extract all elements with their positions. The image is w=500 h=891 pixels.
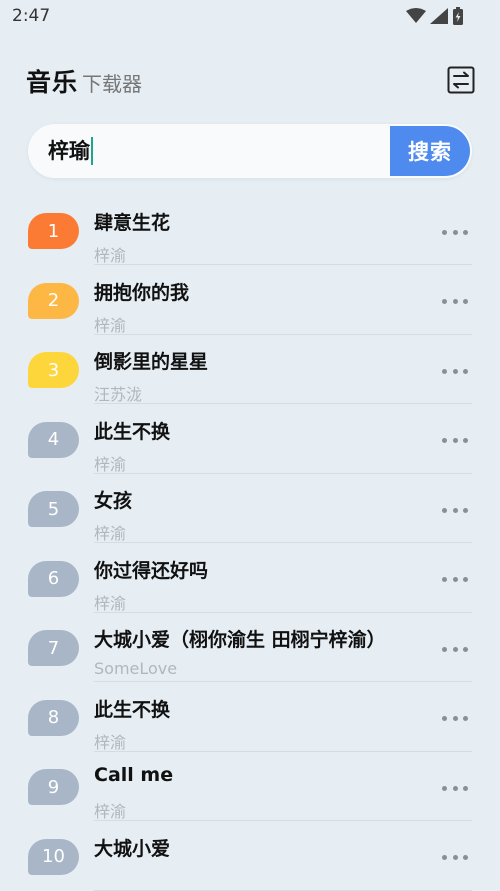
dot — [463, 438, 468, 443]
more-options-icon[interactable] — [442, 779, 468, 797]
status-time: 2:47 — [12, 6, 51, 26]
song-row[interactable]: 9 Call me 梓渝 — [0, 752, 500, 821]
more-options-icon[interactable] — [442, 293, 468, 311]
search-input[interactable]: 梓瑜 — [48, 136, 378, 166]
dot — [442, 716, 447, 721]
dot — [442, 299, 447, 304]
search-button[interactable]: 搜索 — [390, 126, 470, 176]
dot — [442, 577, 447, 582]
dot — [452, 855, 458, 860]
rank-badge: 6 — [28, 560, 79, 597]
rank-badge: 9 — [28, 769, 79, 805]
dot — [452, 577, 458, 582]
more-options-icon[interactable] — [442, 710, 468, 728]
dot — [452, 716, 458, 721]
dot — [463, 229, 468, 235]
more-options-icon[interactable] — [442, 432, 468, 450]
search-query: 梓瑜 — [48, 139, 90, 163]
dot — [452, 368, 458, 374]
dot — [442, 438, 447, 443]
app-title: 音乐 — [26, 68, 79, 97]
text-cursor — [91, 137, 93, 165]
dot — [442, 368, 447, 374]
song-title: 倒影里的星星 — [94, 351, 209, 373]
song-title: 大城小爱（栩你渝生 田栩宁梓渝） — [94, 629, 386, 651]
more-options-icon[interactable] — [442, 849, 468, 867]
song-row[interactable]: 2 拥抱你的我梓渝 — [0, 266, 500, 335]
dot — [442, 855, 447, 860]
dot — [452, 229, 458, 235]
song-row[interactable]: 1 肆意生花梓渝 — [0, 196, 500, 265]
song-artist: 梓渝 — [94, 802, 127, 821]
row-divider — [94, 889, 472, 891]
song-row[interactable]: 10 大城小爱 — [0, 822, 500, 891]
dot — [442, 507, 447, 513]
song-row[interactable]: 3 倒影里的星星 汪苏泷 — [0, 335, 500, 404]
more-options-icon[interactable] — [442, 571, 468, 589]
more-options-icon[interactable] — [442, 640, 468, 658]
dot — [452, 646, 458, 652]
rank-badge: 7 — [28, 630, 79, 666]
search-box: 梓瑜 搜索 — [28, 124, 472, 178]
song-row[interactable]: 7 大城小爱（栩你渝生 田栩宁梓渝） SomeLove — [0, 613, 500, 682]
song-title: 大城小爱 — [94, 837, 171, 860]
song-artist: 梓渝 — [94, 315, 127, 335]
rank-badge: 2 — [28, 282, 79, 319]
song-artist: 梓渝 — [94, 246, 127, 265]
song-row[interactable]: 4 此生不换梓渝 — [0, 405, 500, 474]
rank-badge: 10 — [28, 838, 79, 875]
dot — [452, 299, 458, 304]
dot — [463, 577, 468, 582]
song-title: 此生不换 — [94, 420, 171, 443]
song-title: 你过得还好吗 — [94, 559, 209, 582]
song-artist: 梓渝 — [94, 732, 127, 752]
song-row[interactable]: 8 此生不换梓渝 — [0, 683, 500, 752]
wifi-icon — [406, 8, 426, 23]
rank-badge: 4 — [28, 421, 79, 458]
song-artist: 梓渝 — [94, 593, 127, 613]
more-options-icon[interactable] — [442, 501, 468, 519]
dot — [463, 855, 468, 860]
dot — [442, 229, 447, 235]
dot — [452, 507, 458, 513]
dot — [442, 646, 447, 652]
dot — [452, 785, 458, 791]
dot — [463, 299, 468, 304]
song-title: Call me — [94, 764, 174, 786]
song-artist: 梓渝 — [94, 524, 127, 543]
more-options-icon[interactable] — [442, 223, 468, 241]
status-bar: 2:47 — [0, 0, 500, 34]
header: 音乐 下载器 — [0, 60, 500, 100]
rank-badge: 8 — [28, 699, 79, 736]
song-title: 此生不换 — [94, 698, 171, 721]
more-options-icon[interactable] — [442, 362, 468, 380]
song-row[interactable]: 5 女孩梓渝 — [0, 474, 500, 543]
switch-button[interactable] — [447, 66, 475, 94]
dot — [463, 646, 468, 652]
app-subtitle: 下载器 — [82, 72, 142, 96]
song-title: 拥抱你的我 — [94, 281, 190, 304]
dot — [463, 785, 468, 791]
song-title: 女孩 — [94, 490, 133, 512]
song-artist: SomeLove — [94, 659, 178, 678]
cellular-signal-icon — [430, 8, 448, 24]
dot — [442, 785, 447, 791]
rank-badge: 5 — [28, 491, 79, 527]
song-artist: 汪苏泷 — [94, 385, 143, 404]
song-artist: 梓渝 — [94, 454, 127, 474]
swap-icon — [447, 66, 475, 94]
rank-badge: 1 — [28, 213, 79, 249]
song-row[interactable]: 6 你过得还好吗 梓渝 — [0, 544, 500, 613]
song-title: 肆意生花 — [94, 212, 171, 234]
status-icons — [406, 7, 464, 25]
rank-badge: 3 — [28, 352, 79, 388]
dot — [463, 368, 468, 374]
battery-charging-icon — [453, 7, 463, 25]
dot — [463, 507, 468, 513]
dot — [452, 438, 458, 443]
dot — [463, 716, 468, 721]
